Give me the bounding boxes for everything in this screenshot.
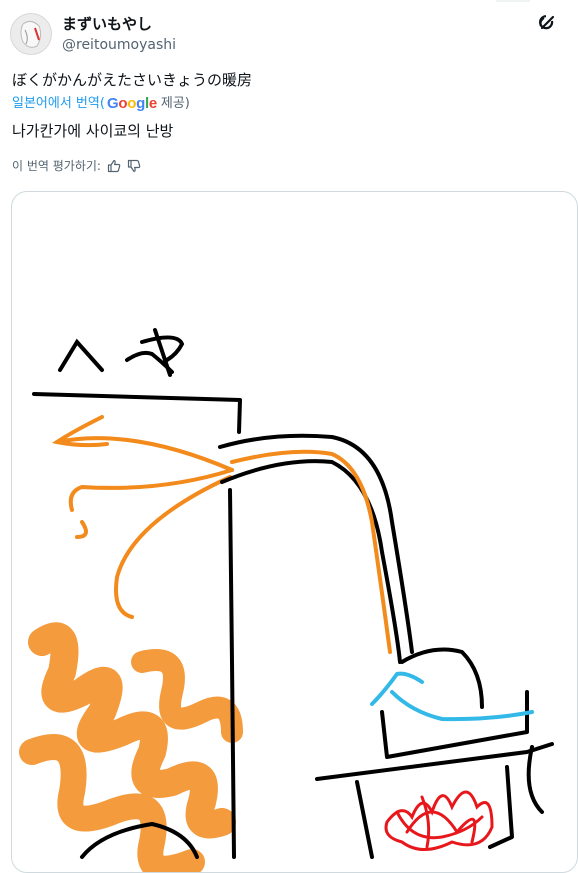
thumbs-down-icon[interactable] [127,159,141,173]
rate-translation: 이 번역 평가하기: [12,158,141,174]
rate-translation-label: 이 번역 평가하기: [12,159,101,173]
avatar[interactable] [10,13,52,55]
handle[interactable]: @reitoumoyashi [62,36,176,54]
heya-label [58,328,185,377]
top-divider [496,0,530,2]
google-logo: Google [106,95,157,112]
red-fire [384,790,494,851]
grok-button[interactable] [536,12,558,34]
post-header: まずいもやし @reitoumoyashi [10,12,568,56]
orange-pipe-line [230,449,392,654]
post-image[interactable]: ヘヤ [11,191,578,873]
heater-outline [32,392,554,859]
grok-icon [539,15,555,30]
drawing-text: ヘヤ [12,192,14,193]
avatar-image [11,14,51,54]
translation-source-link[interactable]: 일본어에서 번역( [12,95,105,113]
blue-lines [370,671,534,722]
translation-attribution: 일본어에서 번역( Google 제공) [12,95,190,113]
orange-scribble [19,622,243,872]
orange-heat-arrows [51,415,234,619]
translation-provided: 제공) [160,96,190,111]
translated-text: 나가칸가에 사이쿄의 난방 [12,122,174,140]
heater-drawing: ヘヤ [12,192,554,872]
thumbs-up-icon[interactable] [107,159,121,173]
display-name[interactable]: まずいもやし [62,15,176,34]
post-text: ぼくがかんがえたさいきょうの暖房 [12,71,253,89]
